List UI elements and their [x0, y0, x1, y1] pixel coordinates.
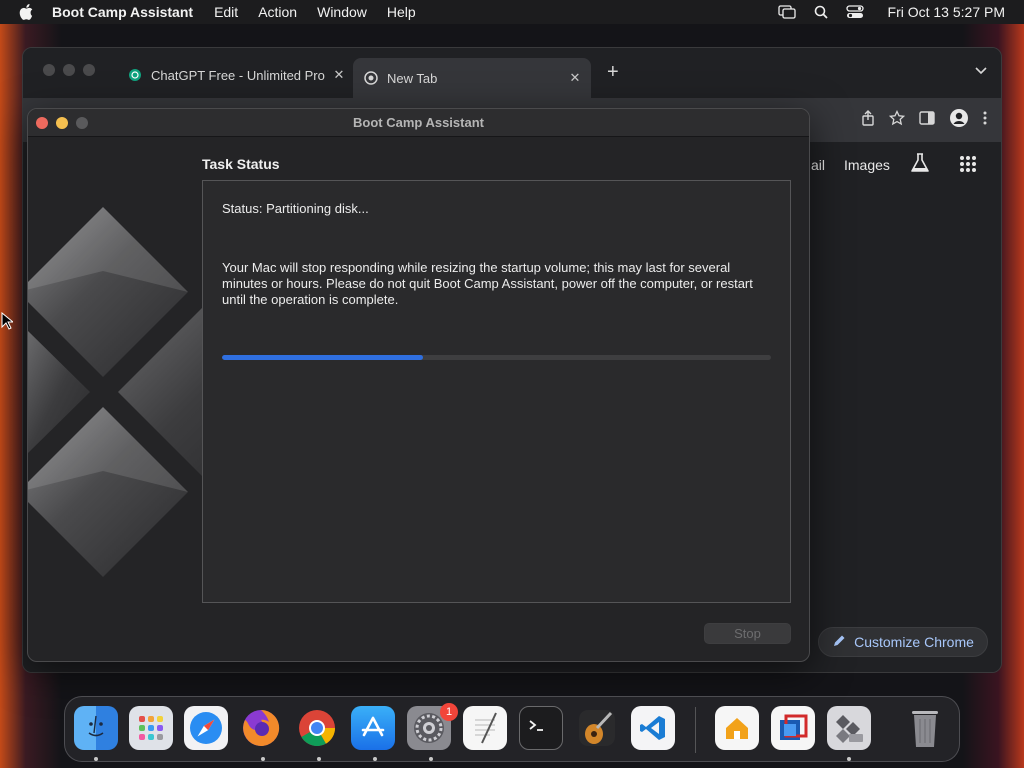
spotlight-search-icon[interactable]	[814, 5, 828, 19]
google-apps-grid-icon[interactable]	[959, 155, 977, 178]
boot-camp-titlebar[interactable]: Boot Camp Assistant	[28, 109, 809, 137]
stop-button[interactable]: Stop	[704, 623, 791, 644]
control-center-icon[interactable]	[845, 5, 864, 19]
bookmark-star-icon[interactable]	[888, 109, 906, 131]
running-indicator	[317, 757, 321, 761]
menu-bar: Boot Camp Assistant Edit Action Window H…	[0, 0, 1024, 24]
chrome-window-controls	[43, 64, 95, 76]
images-link[interactable]: Images	[844, 157, 890, 173]
textedit-icon[interactable]	[463, 706, 507, 750]
tab-search-chevron-icon[interactable]	[975, 62, 987, 80]
running-indicator	[429, 757, 433, 761]
progress-bar-fill	[222, 355, 423, 360]
apple-menu-icon[interactable]	[0, 4, 52, 20]
chrome-menu-icon[interactable]	[983, 111, 987, 130]
menu-help[interactable]: Help	[387, 4, 416, 20]
parallels-icon[interactable]	[771, 706, 815, 750]
chrome-close-button[interactable]	[43, 64, 55, 76]
tab-title: New Tab	[387, 70, 438, 86]
customize-chrome-label: Customize Chrome	[854, 634, 974, 650]
chrome-tab-strip: ChatGPT Free - Unlimited Pro ✕ New Tab ✕…	[23, 48, 1001, 98]
menu-action[interactable]: Action	[258, 4, 297, 20]
vscode-icon[interactable]	[631, 706, 675, 750]
home-icon[interactable]	[715, 706, 759, 750]
tab-new-tab[interactable]: New Tab ✕	[353, 58, 591, 98]
task-status-heading: Task Status	[202, 156, 280, 172]
finder-icon[interactable]	[74, 706, 118, 750]
chatgpt-icon	[127, 67, 143, 83]
labs-flask-icon[interactable]	[909, 152, 931, 179]
menu-clock[interactable]: Fri Oct 13 5:27 PM	[888, 4, 1005, 20]
dock: 1	[64, 696, 960, 762]
launchpad-icon[interactable]	[129, 706, 173, 750]
mouse-pointer-icon	[1, 311, 15, 335]
new-tab-button[interactable]: +	[607, 61, 619, 84]
terminal-icon[interactable]	[519, 706, 563, 750]
tab-close-icon[interactable]: ✕	[329, 67, 349, 83]
boot-camp-icon[interactable]	[827, 706, 871, 750]
chrome-minimize-button[interactable]	[63, 64, 75, 76]
running-indicator	[373, 757, 377, 761]
chrome-icon[interactable]	[295, 706, 339, 750]
firefox-icon[interactable]	[239, 706, 283, 750]
gmail-link[interactable]: ail	[811, 157, 825, 173]
app-name-menu[interactable]: Boot Camp Assistant	[52, 4, 193, 20]
boot-camp-window: Boot Camp Assistant Task Status Status: …	[27, 108, 810, 662]
window-title: Boot Camp Assistant	[353, 115, 484, 130]
progress-bar	[222, 355, 771, 360]
garageband-icon[interactable]	[575, 706, 619, 750]
running-indicator	[261, 757, 265, 761]
running-indicator	[94, 757, 98, 761]
screen-mirroring-icon[interactable]	[777, 5, 796, 19]
trash-icon[interactable]	[903, 706, 947, 750]
warning-message: Your Mac will stop responding while resi…	[222, 260, 753, 307]
status-text: Status: Partitioning disk...	[222, 201, 369, 216]
tab-close-icon[interactable]: ✕	[565, 70, 585, 86]
chrome-zoom-button[interactable]	[83, 64, 95, 76]
side-panel-icon[interactable]	[919, 111, 935, 130]
settings-notification-badge: 1	[440, 703, 458, 721]
profile-icon[interactable]	[949, 108, 969, 133]
dock-separator	[695, 707, 696, 753]
tab-chatgpt[interactable]: ChatGPT Free - Unlimited Pro ✕	[127, 60, 349, 90]
safari-icon[interactable]	[184, 706, 228, 750]
app-store-icon[interactable]	[351, 706, 395, 750]
running-indicator	[847, 757, 851, 761]
chrome-icon	[363, 70, 379, 86]
pencil-icon	[832, 634, 846, 651]
share-icon[interactable]	[861, 110, 875, 131]
tab-title: ChatGPT Free - Unlimited Pro	[151, 67, 325, 83]
menu-window[interactable]: Window	[317, 4, 367, 20]
menu-edit[interactable]: Edit	[214, 4, 238, 20]
customize-chrome-button[interactable]: Customize Chrome	[818, 627, 988, 657]
task-status-panel: Status: Partitioning disk... Your Mac wi…	[202, 180, 791, 603]
